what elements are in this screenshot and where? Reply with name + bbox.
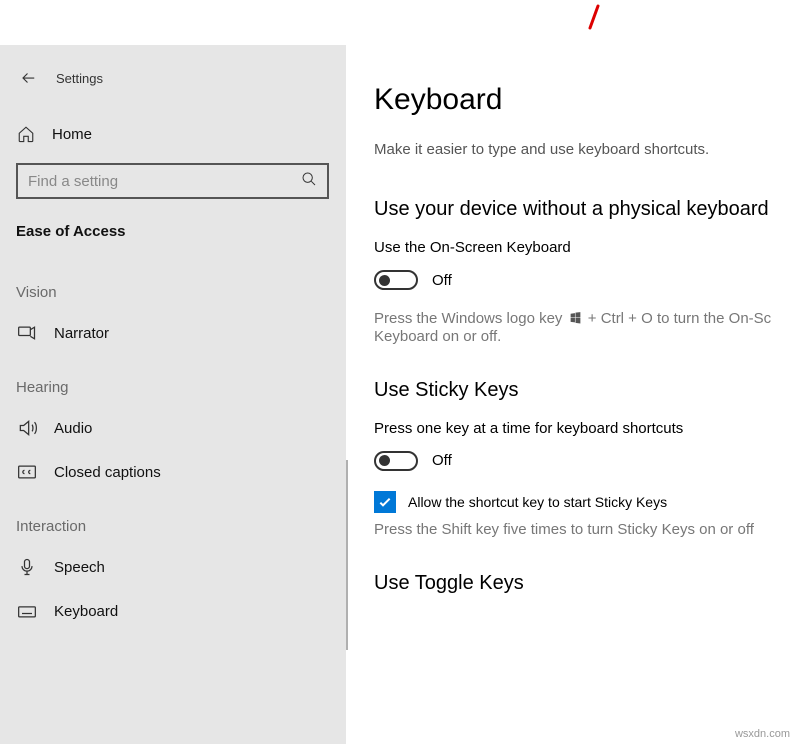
audio-icon: [16, 418, 38, 438]
microphone-icon: [16, 557, 38, 577]
page-title: Keyboard: [374, 83, 800, 117]
section-title: Ease of Access: [0, 215, 345, 260]
back-button[interactable]: [12, 61, 46, 95]
checkbox-sticky-label: Allow the shortcut key to start Sticky K…: [408, 494, 667, 510]
toggle-onscreen-state: Off: [432, 272, 452, 289]
main-content: Keyboard Make it easier to type and use …: [346, 45, 800, 744]
sidebar-item-label: Narrator: [54, 325, 109, 342]
section-sticky-heading: Use Sticky Keys: [374, 379, 800, 402]
scroll-indicator[interactable]: [346, 460, 348, 650]
sidebar-item-label: Keyboard: [54, 603, 118, 620]
annotation-mark: [587, 4, 601, 30]
keyboard-icon: [16, 601, 38, 621]
sidebar-item-label: Speech: [54, 559, 105, 576]
group-hearing: Hearing: [0, 355, 345, 406]
window-title: Settings: [56, 71, 103, 86]
sidebar-item-closed-captions[interactable]: Closed captions: [0, 450, 345, 494]
home-icon: [16, 125, 36, 143]
toggle-sticky-state: Off: [432, 452, 452, 469]
sidebar-item-keyboard[interactable]: Keyboard: [0, 589, 345, 633]
watermark: wsxdn.com: [735, 728, 790, 740]
windows-logo-icon: [569, 311, 582, 328]
sidebar: Settings Home Ease of Access Vision Narr…: [0, 45, 346, 744]
closed-captions-icon: [16, 462, 38, 482]
group-vision: Vision: [0, 260, 345, 311]
sidebar-item-audio[interactable]: Audio: [0, 406, 345, 450]
sticky-hint: Press the Shift key five times to turn S…: [374, 521, 800, 538]
sticky-label: Press one key at a time for keyboard sho…: [374, 420, 800, 437]
sidebar-item-speech[interactable]: Speech: [0, 545, 345, 589]
checkbox-sticky-shortcut[interactable]: [374, 491, 396, 513]
toggle-sticky-keys[interactable]: [374, 451, 418, 471]
toggle-onscreen-keyboard[interactable]: [374, 270, 418, 290]
sidebar-item-label: Audio: [54, 420, 92, 437]
search-box[interactable]: [16, 163, 329, 199]
search-input[interactable]: [28, 173, 301, 190]
page-subtitle: Make it easier to type and use keyboard …: [374, 141, 800, 158]
group-interaction: Interaction: [0, 494, 345, 545]
checkmark-icon: [377, 494, 393, 510]
section-toggle-heading: Use Toggle Keys: [374, 572, 800, 595]
arrow-left-icon: [20, 69, 38, 87]
sidebar-item-narrator[interactable]: Narrator: [0, 311, 345, 355]
home-label: Home: [52, 126, 92, 143]
onscreen-hint: Press the Windows logo key + Ctrl + O to…: [374, 310, 800, 345]
settings-window: Settings Home Ease of Access Vision Narr…: [0, 45, 800, 744]
sidebar-item-home[interactable]: Home: [0, 115, 345, 153]
onscreen-label: Use the On-Screen Keyboard: [374, 239, 800, 256]
section-onscreen-heading: Use your device without a physical keybo…: [374, 198, 800, 221]
search-icon: [301, 171, 317, 191]
narrator-icon: [16, 323, 38, 343]
sidebar-item-label: Closed captions: [54, 464, 161, 481]
